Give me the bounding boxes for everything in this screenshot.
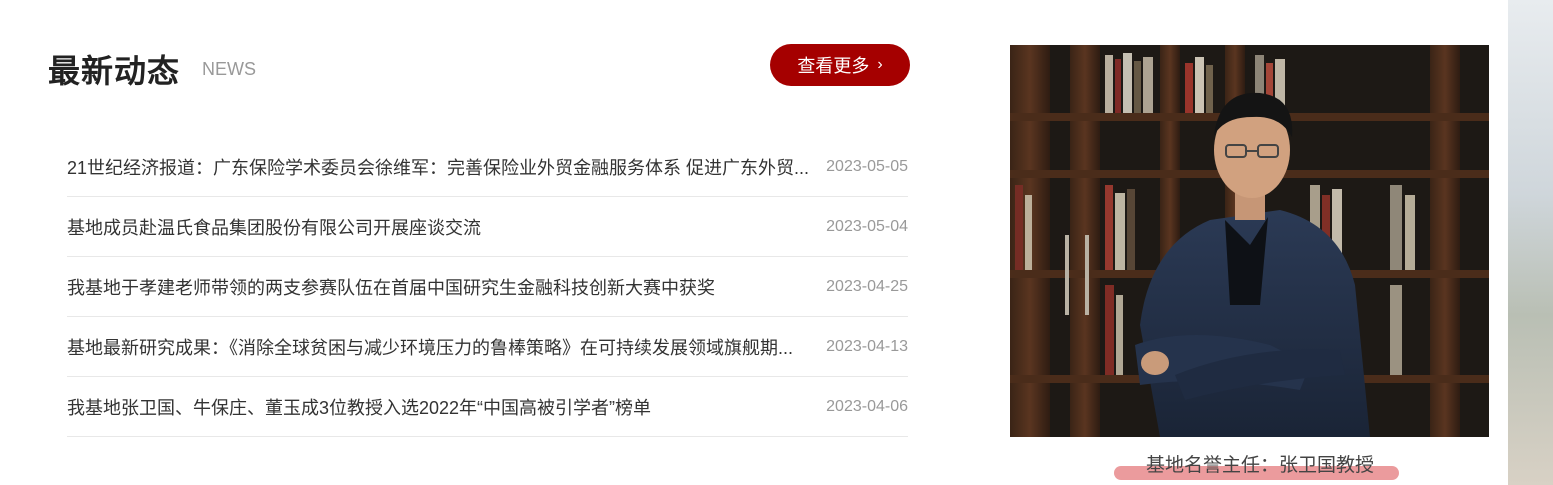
news-item-title[interactable]: 21世纪经济报道：广东保险学术委员会徐维军：完善保险业外贸金融服务体系 促进广东… bbox=[67, 154, 812, 180]
news-item-title[interactable]: 我基地于孝建老师带领的两支参赛队伍在首届中国研究生金融科技创新大赛中获奖 bbox=[67, 274, 812, 300]
news-item-title[interactable]: 基地最新研究成果：《消除全球贫困与减少环境压力的鲁棒策略》在可持续发展领域旗舰期… bbox=[67, 334, 812, 360]
news-section: 最新动态 NEWS 查看更多 › 21世纪经济报道：广东保险学术委员会徐维军：完… bbox=[48, 40, 910, 437]
list-item[interactable]: 基地成员赴温氏食品集团股份有限公司开展座谈交流 2023-05-04 bbox=[67, 197, 908, 257]
list-item[interactable]: 基地最新研究成果：《消除全球贫困与减少环境压力的鲁棒策略》在可持续发展领域旗舰期… bbox=[67, 317, 908, 377]
list-item[interactable]: 我基地于孝建老师带领的两支参赛队伍在首届中国研究生金融科技创新大赛中获奖 202… bbox=[67, 257, 908, 317]
news-item-title[interactable]: 基地成员赴温氏食品集团股份有限公司开展座谈交流 bbox=[67, 214, 812, 240]
news-item-date: 2023-04-13 bbox=[826, 337, 908, 355]
list-item[interactable]: 21世纪经济报道：广东保险学术委员会徐维军：完善保险业外贸金融服务体系 促进广东… bbox=[67, 137, 908, 197]
news-list: 21世纪经济报道：广东保险学术委员会徐维军：完善保险业外贸金融服务体系 促进广东… bbox=[67, 137, 908, 437]
section-subtitle: NEWS bbox=[202, 59, 256, 79]
news-item-date: 2023-04-25 bbox=[826, 277, 908, 295]
view-more-button[interactable]: 查看更多 › bbox=[770, 44, 910, 86]
news-item-date: 2023-05-04 bbox=[826, 217, 908, 235]
chevron-right-icon: › bbox=[877, 56, 883, 73]
list-item[interactable]: 我基地张卫国、牛保庄、董玉成3位教授入选2022年“中国高被引学者”榜单 202… bbox=[67, 377, 908, 437]
news-item-title[interactable]: 我基地张卫国、牛保庄、董玉成3位教授入选2022年“中国高被引学者”榜单 bbox=[67, 394, 812, 420]
section-title: 最新动态 bbox=[48, 53, 181, 89]
next-slide-preview[interactable] bbox=[1508, 0, 1553, 485]
news-item-date: 2023-04-06 bbox=[826, 397, 908, 415]
feature-photo[interactable] bbox=[1010, 45, 1489, 437]
feature-caption: 基地名誉主任：张卫国教授 bbox=[1145, 455, 1374, 476]
news-header: 最新动态 NEWS 查看更多 › bbox=[48, 40, 910, 96]
news-item-date: 2023-05-05 bbox=[826, 157, 908, 175]
portrait-image bbox=[1010, 45, 1489, 437]
view-more-label: 查看更多 bbox=[797, 56, 870, 76]
